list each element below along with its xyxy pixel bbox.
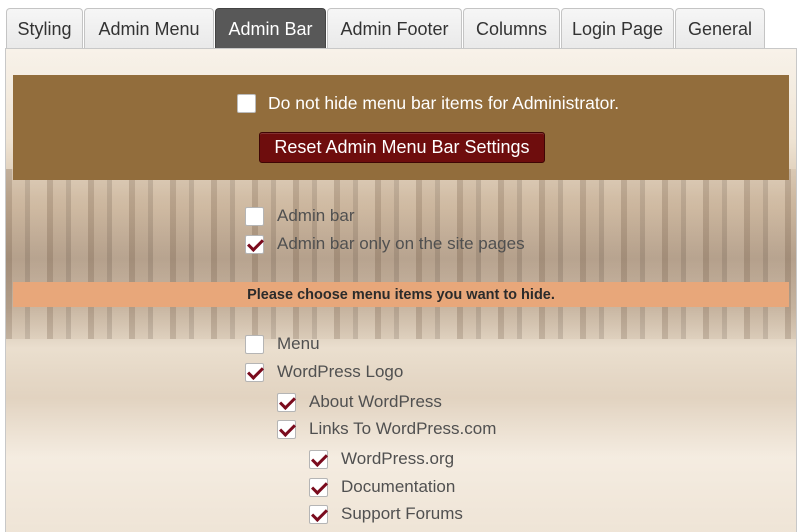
menu-item-wordpress-org: WordPress.org (309, 447, 454, 471)
links-wordpress-com-checkbox[interactable] (277, 419, 296, 439)
reset-admin-bar-button[interactable]: Reset Admin Menu Bar Settings (259, 132, 545, 163)
tab-admin-menu[interactable]: Admin Menu (84, 8, 214, 49)
documentation-label: Documentation (341, 477, 456, 496)
admin-bar-panel: Do not hide menu bar items for Administr… (5, 48, 797, 532)
menu-item-menu: Menu (245, 332, 320, 356)
tab-login-page[interactable]: Login Page (561, 8, 674, 49)
admin-bar-site-pages-label: Admin bar only on the site pages (277, 234, 525, 253)
tab-general[interactable]: General (675, 8, 765, 49)
wordpress-org-label: WordPress.org (341, 449, 455, 468)
tab-admin-footer[interactable]: Admin Footer (327, 8, 462, 49)
admin-bar-checkbox[interactable] (245, 206, 264, 226)
option-admin-bar: Admin bar (245, 204, 354, 228)
menu-item-support-forums: Support Forums (309, 502, 463, 526)
tab-admin-bar[interactable]: Admin Bar (215, 8, 326, 50)
wordpress-org-checkbox[interactable] (309, 449, 328, 469)
tab-styling[interactable]: Styling (6, 8, 83, 49)
admin-override-row: Do not hide menu bar items for Administr… (237, 93, 619, 114)
settings-tabs: Styling Admin Menu Admin Bar Admin Foote… (0, 0, 806, 50)
admin-override-box: Do not hide menu bar items for Administr… (13, 75, 789, 180)
admin-bar-label: Admin bar (277, 206, 355, 225)
menu-item-about-wordpress: About WordPress (277, 390, 442, 414)
wordpress-logo-label: WordPress Logo (277, 362, 404, 381)
menu-item-links-wordpress-com: Links To WordPress.com (277, 417, 496, 441)
menu-item-wordpress-logo: WordPress Logo (245, 360, 403, 384)
option-admin-bar-site-pages: Admin bar only on the site pages (245, 232, 525, 256)
admin-override-checkbox[interactable] (237, 94, 256, 113)
menu-label: Menu (277, 334, 320, 353)
documentation-checkbox[interactable] (309, 477, 328, 497)
instruction-bar: Please choose menu items you want to hid… (13, 282, 789, 307)
about-wordpress-checkbox[interactable] (277, 392, 296, 412)
admin-bar-site-pages-checkbox[interactable] (245, 234, 264, 254)
support-forums-checkbox[interactable] (309, 504, 328, 524)
menu-item-documentation: Documentation (309, 475, 455, 499)
menu-checkbox[interactable] (245, 334, 264, 354)
wordpress-logo-checkbox[interactable] (245, 362, 264, 382)
support-forums-label: Support Forums (341, 504, 463, 523)
admin-override-label: Do not hide menu bar items for Administr… (268, 93, 620, 113)
tab-columns[interactable]: Columns (463, 8, 560, 49)
links-wordpress-com-label: Links To WordPress.com (309, 419, 497, 438)
about-wordpress-label: About WordPress (309, 392, 442, 411)
